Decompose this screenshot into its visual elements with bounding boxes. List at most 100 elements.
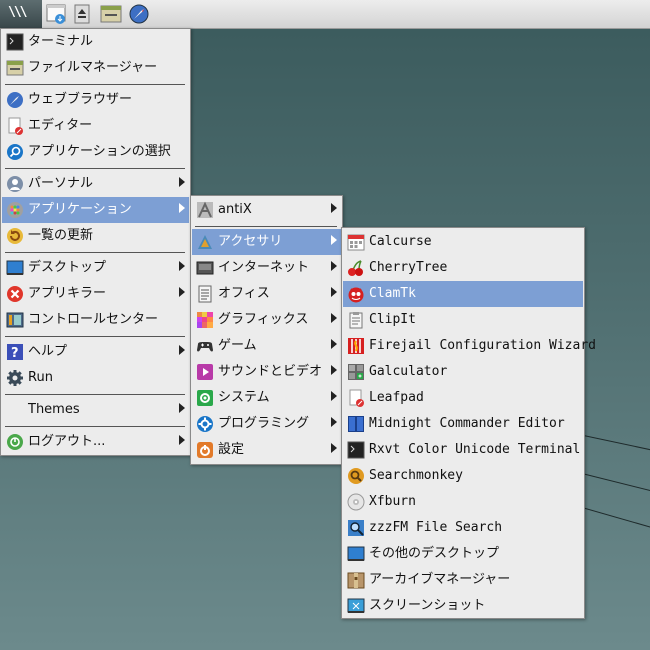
menu-item-clipit[interactable]: ClipIt [343,307,583,333]
menu-item-rxvt[interactable]: Rxvt Color Unicode Terminal [343,437,583,463]
menu-item-searchmonkey[interactable]: Searchmonkey [343,463,583,489]
menu-item-label: Searchmonkey [369,468,463,483]
submenu-arrow-icon [179,345,185,355]
menu-item-label: パーソナル [28,176,94,191]
desktop-icon [347,545,365,563]
menu-item-archive-manager[interactable]: アーカイブマネージャー [343,567,583,593]
menu-item-label: エディター [28,118,93,133]
menu-item-logout[interactable]: ログアウト... [2,429,189,455]
menu-item-editor[interactable]: エディター [2,113,189,139]
submenu-arrow-icon [331,235,337,245]
menu-item-help[interactable]: ? ヘルプ [2,339,189,365]
menu-item-label: Galculator [369,364,448,379]
submenu-arrow-icon [179,261,185,271]
internet-icon [196,259,214,277]
submenu-arrow-icon [179,435,185,445]
menu-item-control-center[interactable]: コントロールセンター [2,307,189,333]
menu-item-games[interactable]: ゲーム [192,333,341,359]
menu-item-label: 一覧の更新 [28,228,94,243]
cherry-icon [347,259,365,277]
menu-item-run[interactable]: Run [2,365,189,391]
office-icon [196,285,214,303]
eject-icon[interactable] [72,3,94,25]
menu-item-accessories[interactable]: アクセサリ [192,229,341,255]
menu-item-label: ウェブブラウザー [28,92,133,107]
clamtk-icon [347,285,365,303]
browser-icon [6,91,24,109]
menu-item-antix[interactable]: antiX [192,197,341,223]
files-icon[interactable] [46,3,68,25]
menu-item-sound-video[interactable]: サウンドとビデオ [192,359,341,385]
menu-item-label: Midnight Commander Editor [369,416,565,431]
menu-item-label: Run [28,370,53,385]
menu-item-internet[interactable]: インターネット [192,255,341,281]
menu-item-other-desktops[interactable]: その他のデスクトップ [343,541,583,567]
menu-item-mc-editor[interactable]: Midnight Commander Editor [343,411,583,437]
menu-item-settings[interactable]: 設定 [192,437,341,463]
submenu-arrow-icon [331,391,337,401]
menu-item-system[interactable]: システム [192,385,341,411]
menu-item-graphics[interactable]: グラフィックス [192,307,341,333]
menu-item-office[interactable]: オフィス [192,281,341,307]
menu-item-label: Themes [28,402,80,417]
gamepad-icon [196,337,214,355]
menu-item-label: antiX [218,202,252,217]
menu-item-calcurse[interactable]: Calcurse [343,229,583,255]
disc-icon [347,493,365,511]
menu-separator [195,226,337,227]
menu-item-application-finder[interactable]: アプリケーションの選択 [2,139,189,165]
editor-icon [6,117,24,135]
menu-item-label: ゲーム [218,338,257,353]
menu-item-terminal[interactable]: ターミナル [2,29,189,55]
menu-item-leafpad[interactable]: Leafpad [343,385,583,411]
menu-item-label: Calcurse [369,234,432,249]
menu-item-programming[interactable]: プログラミング [192,411,341,437]
menu-item-label: 設定 [218,442,245,457]
terminal-icon [347,441,365,459]
firejail-icon [347,337,365,355]
menu-item-web-browser[interactable]: ウェブブラウザー [2,87,189,113]
menu-item-label: Firejail Configuration Wizard [369,338,596,353]
menu-item-label: ClamTk [369,286,416,301]
settings-icon [196,441,214,459]
clipboard-icon [347,311,365,329]
start-menu-button[interactable]: \\\ [0,0,42,28]
menu-item-label: zzzFM File Search [369,520,503,535]
kill-icon [6,285,24,303]
submenu-arrow-icon [331,313,337,323]
menu-item-label: プログラミング [218,416,310,431]
system-icon [196,389,214,407]
submenu-arrow-icon [331,203,337,213]
menu-item-applications[interactable]: アプリケーション [2,197,189,223]
menu-item-clamtk[interactable]: ClamTk [343,281,583,307]
menu-item-zzzfm-search[interactable]: zzzFM File Search [343,515,583,541]
submenu-arrow-icon [179,177,185,187]
menu-item-label: デスクトップ [28,260,107,275]
browser-icon[interactable] [128,3,150,25]
applications-submenu: antiX アクセサリ インターネット オフィス グラフィックス ゲーム サウン… [190,195,343,465]
menu-item-refresh[interactable]: 一覧の更新 [2,223,189,249]
menu-item-app-killer[interactable]: アプリキラー [2,281,189,307]
submenu-arrow-icon [331,365,337,375]
menu-item-personal[interactable]: パーソナル [2,171,189,197]
menu-item-xfburn[interactable]: Xfburn [343,489,583,515]
menu-item-label: ClipIt [369,312,416,327]
file-search-icon [347,519,365,537]
menu-item-cherrytree[interactable]: CherryTree [343,255,583,281]
file-manager-icon[interactable] [100,3,122,25]
main-menu: ターミナル ファイルマネージャー ウェブブラウザー エディター アプリケーション… [0,28,191,456]
desktop-icon [6,259,24,277]
menu-item-desktop[interactable]: デスクトップ [2,255,189,281]
menu-item-label: アーカイブマネージャー [369,572,511,587]
submenu-arrow-icon [179,403,185,413]
menu-item-label: オフィス [218,286,270,301]
searchmonkey-icon [347,467,365,485]
menu-item-label: グラフィックス [218,312,309,327]
menu-item-themes[interactable]: Themes [2,397,189,423]
search-icon [6,143,24,161]
menu-item-label: ファイルマネージャー [28,60,158,75]
menu-item-galculator[interactable]: Galculator [343,359,583,385]
menu-item-firejail[interactable]: Firejail Configuration Wizard [343,333,596,359]
menu-item-file-manager[interactable]: ファイルマネージャー [2,55,189,81]
menu-item-screenshot[interactable]: スクリーンショット [343,593,583,619]
